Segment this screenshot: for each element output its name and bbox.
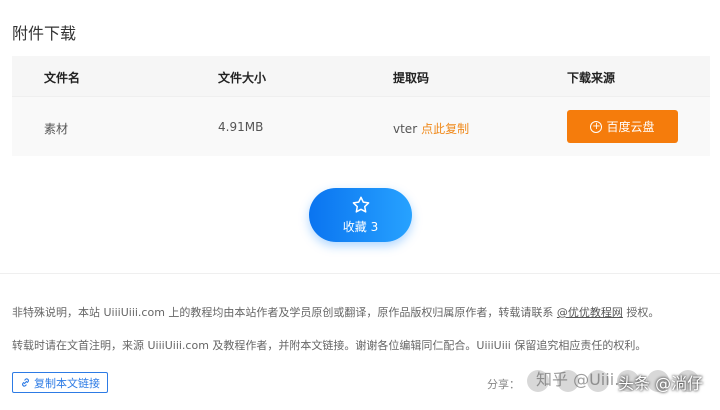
- header-filename: 文件名: [44, 71, 81, 85]
- link-icon: [22, 378, 29, 387]
- baidu-download-button[interactable]: + 百度云盘: [567, 110, 678, 143]
- copy-code-link[interactable]: 点此复制: [421, 122, 469, 136]
- favorite-button[interactable]: 收藏 3: [309, 188, 412, 242]
- copy-article-link-button[interactable]: 复制本文链接: [12, 372, 108, 393]
- author-link[interactable]: @优优教程网: [557, 306, 623, 319]
- attachment-table: 文件名 文件大小 提取码 下载来源 素材 4.91MB vter 点此复制 + 百…: [12, 56, 710, 156]
- watermark-toutiao: 头条 @淌仔: [618, 374, 704, 393]
- table-row: 素材 4.91MB vter 点此复制 + 百度云盘: [12, 96, 710, 156]
- copy-article-link-label: 复制本文链接: [34, 376, 100, 390]
- section-title: 附件下载: [12, 24, 77, 43]
- watermark-zhihu: 知乎 @Uiii…: [536, 370, 631, 389]
- share-label: 分享：: [487, 378, 520, 391]
- header-code: 提取码: [393, 71, 430, 85]
- plus-circle-icon: +: [590, 120, 603, 133]
- file-name: 素材: [44, 122, 69, 136]
- copyright-note: 非特殊说明，本站 UiiiUiii.com 上的教程均由本站作者及学员原创或翻译…: [12, 304, 659, 320]
- copyright-note-text: 非特殊说明，本站 UiiiUiii.com 上的教程均由本站作者及学员原创或翻译…: [12, 306, 557, 319]
- extract-code: vter: [393, 122, 418, 136]
- extract-code-cell: vter 点此复制: [393, 120, 469, 137]
- reprint-note: 转载时请在文首注明，来源 UiiiUiii.com 及教程作者，并附本文链接。谢…: [12, 339, 647, 352]
- divider: [0, 273, 720, 274]
- star-icon: [352, 196, 369, 213]
- copyright-note-end: 授权。: [622, 306, 660, 319]
- file-size: 4.91MB: [218, 120, 264, 134]
- header-filesize: 文件大小: [218, 71, 267, 85]
- download-button-label: 百度云盘: [606, 120, 655, 134]
- header-source: 下载来源: [567, 71, 616, 85]
- table-header: 文件名 文件大小 提取码 下载来源: [12, 56, 710, 96]
- favorite-label: 收藏 3: [342, 220, 379, 234]
